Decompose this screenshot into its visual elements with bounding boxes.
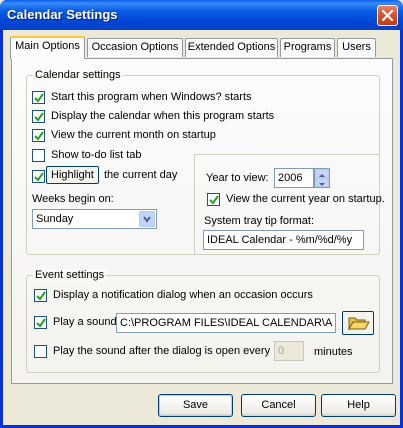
tray-tip-input[interactable]: IDEAL Calendar - %m/%d/%y (203, 230, 364, 250)
checkbox-box (32, 149, 45, 162)
highlight-color-button[interactable]: Highlight (46, 166, 99, 184)
tab-label: Extended Options (187, 41, 276, 53)
close-icon (381, 9, 394, 22)
calendar-settings-label: Calendar settings (33, 69, 123, 81)
checkbox-label: Play a sound (53, 316, 117, 328)
sound-path-input[interactable]: C:\PROGRAM FILES\IDEAL CALENDAR\A (116, 313, 336, 333)
chevron-down-icon (139, 211, 155, 227)
weeks-begin-select[interactable]: Sunday (32, 209, 157, 229)
checkbox-label: View the current year on startup. (226, 193, 385, 205)
year-spinner[interactable] (314, 168, 330, 188)
checkmark-icon (209, 195, 219, 205)
title-bar[interactable]: Calendar Settings (0, 0, 403, 30)
checkmark-icon (36, 291, 46, 301)
weeks-begin-label: Weeks begin on: (32, 193, 114, 205)
checkbox-label: Show to-do list tab (51, 149, 142, 161)
tab-occasion-options[interactable]: Occasion Options (87, 38, 183, 57)
checkbox-box (32, 129, 45, 142)
tab-label: Occasion Options (91, 41, 179, 53)
event-settings-label: Event settings (33, 269, 107, 281)
section-divider (194, 154, 195, 254)
tab-label: Programs (283, 41, 332, 53)
spin-down-icon[interactable] (315, 178, 329, 187)
minutes-label: minutes (314, 346, 353, 358)
checkbox-label: View the current month on startup (51, 129, 216, 141)
checkmark-icon (34, 93, 44, 103)
tab-users[interactable]: Users (337, 38, 376, 57)
tab-programs[interactable]: Programs (280, 38, 335, 57)
tray-tip-label: System tray tip format: (204, 215, 315, 227)
tab-panel: Calendar settings Start this program whe… (11, 58, 393, 384)
checkmark-icon (34, 172, 44, 182)
checkbox-label: Play the sound after the dialog is open … (53, 345, 271, 357)
tab-main-options[interactable]: Main Options (10, 36, 85, 59)
cancel-button[interactable]: Cancel (241, 394, 316, 417)
checkbox-box (34, 345, 47, 358)
checkbox-box (207, 193, 220, 206)
checkbox-label: Display the calendar when this program s… (51, 110, 275, 122)
window-title: Calendar Settings (7, 7, 118, 22)
help-button[interactable]: Help (321, 394, 396, 417)
tab-label: Users (342, 41, 371, 53)
spin-up-icon[interactable] (315, 169, 329, 178)
checkbox-label: Display a notification dialog when an oc… (53, 289, 313, 301)
select-value: Sunday (36, 213, 74, 225)
close-button[interactable] (377, 5, 398, 26)
section-divider (194, 154, 380, 155)
checkmark-icon (36, 318, 46, 328)
year-to-view-label: Year to view: (206, 172, 269, 184)
checkmark-icon (34, 112, 44, 122)
checkbox-box (32, 110, 45, 123)
checkbox-label: Start this program when Windows? starts (51, 91, 252, 103)
save-button[interactable]: Save (158, 394, 233, 417)
checkmark-icon (34, 131, 44, 141)
tab-extended-options[interactable]: Extended Options (185, 38, 278, 57)
repeat-minutes-input[interactable]: 0 (274, 341, 304, 361)
checkbox-box (34, 316, 47, 329)
tab-label: Main Options (15, 40, 80, 52)
folder-open-icon (348, 317, 370, 331)
browse-sound-button[interactable] (342, 311, 374, 335)
year-to-view-input[interactable]: 2006 (274, 168, 314, 188)
highlight-suffix-label: the current day (104, 169, 178, 181)
settings-dialog: Calendar Settings Main Options Occasion … (0, 0, 403, 428)
checkbox-box (32, 91, 45, 104)
checkbox-box (32, 170, 45, 183)
checkbox-box (34, 289, 47, 302)
